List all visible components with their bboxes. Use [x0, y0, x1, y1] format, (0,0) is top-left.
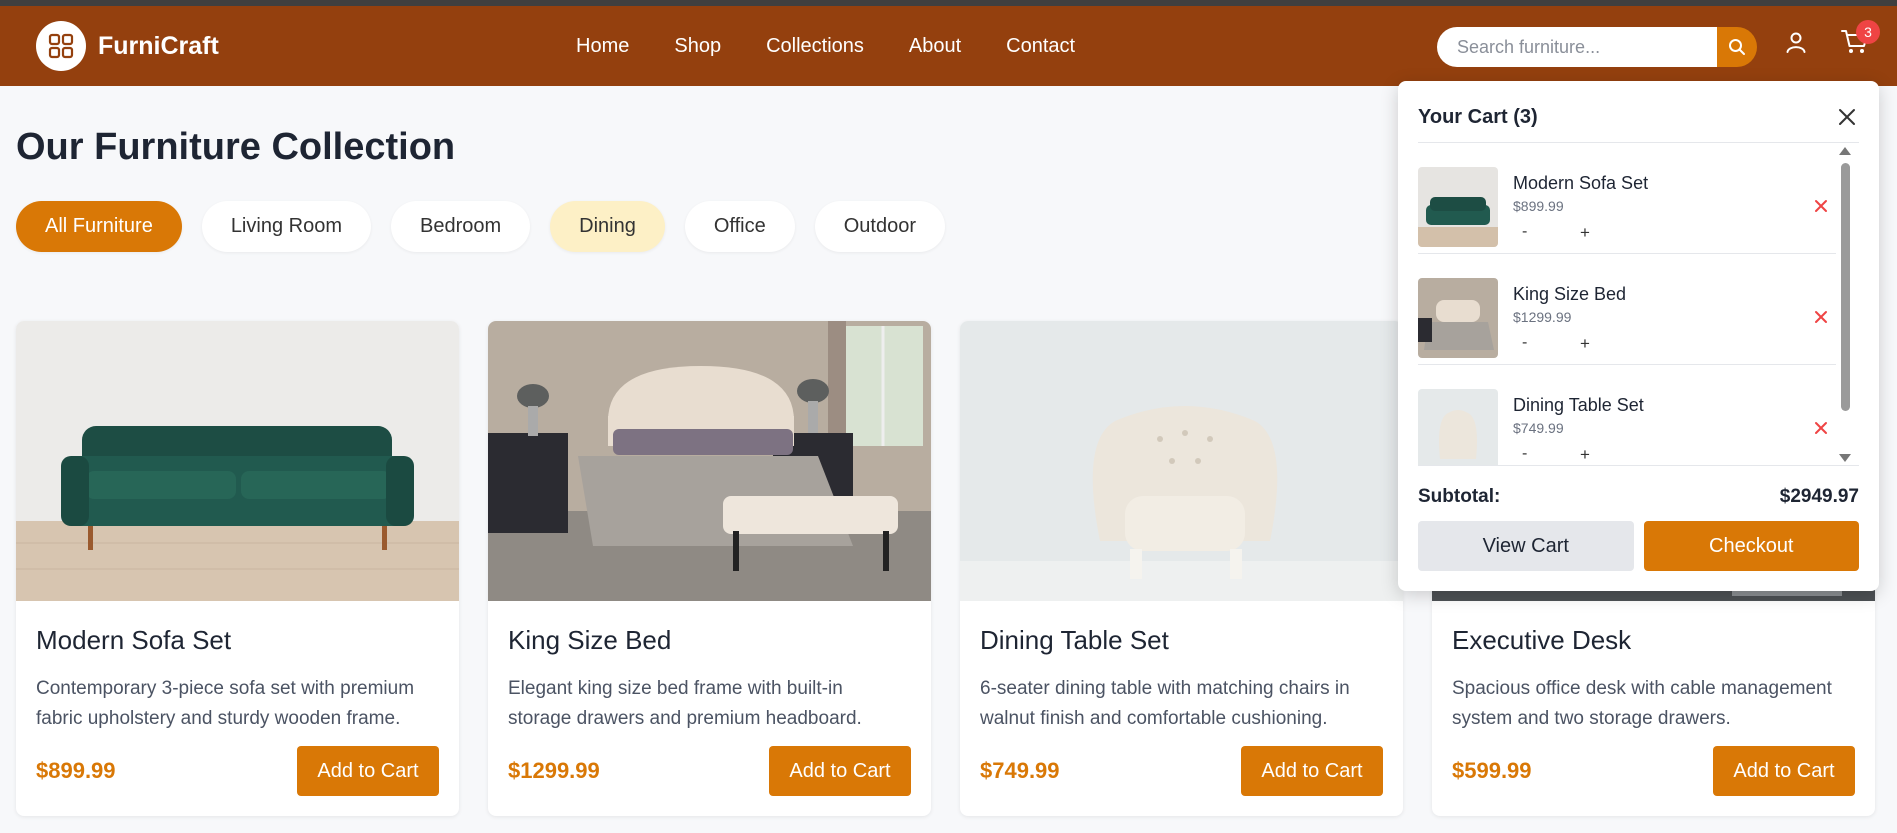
close-icon [1839, 109, 1855, 125]
product-card: Dining Table Set 6-seater dining table w… [960, 321, 1403, 816]
add-to-cart-button[interactable]: Add to Cart [1241, 746, 1383, 796]
search-bar [1437, 27, 1757, 67]
user-icon [1786, 32, 1806, 53]
remove-item-button[interactable] [1812, 419, 1830, 437]
product-image-sofa[interactable] [16, 321, 459, 601]
product-price: $599.99 [1452, 758, 1532, 783]
cart-subtotal: Subtotal: $2949.97 [1418, 486, 1859, 508]
search-input[interactable] [1437, 27, 1717, 67]
product-image-dining[interactable] [960, 321, 1403, 601]
decrease-quantity-button[interactable]: - [1522, 445, 1527, 463]
cart-item-list[interactable]: Modern Sofa Set $899.99 - + King Size Be… [1418, 143, 1836, 465]
subtotal-value: $2949.97 [1779, 486, 1859, 507]
nav-link-home[interactable]: Home [576, 35, 629, 58]
view-cart-button[interactable]: View Cart [1418, 521, 1634, 571]
product-title: Executive Desk [1452, 625, 1632, 655]
remove-icon [1815, 311, 1827, 323]
cart-item: Modern Sofa Set $899.99 - + [1418, 143, 1836, 254]
add-to-cart-button[interactable]: Add to Cart [297, 746, 439, 796]
cart-item-thumbnail [1418, 278, 1498, 358]
product-description: 6-seater dining table with matching chai… [980, 678, 1350, 729]
cart-scrollbar[interactable] [1838, 147, 1852, 462]
cart-title: Your Cart (3) [1418, 105, 1538, 128]
filter-dining[interactable]: Dining [550, 201, 665, 252]
product-price: $749.99 [980, 758, 1060, 783]
product-title: King Size Bed [508, 625, 672, 655]
remove-item-button[interactable] [1812, 197, 1830, 215]
subtotal-label: Subtotal: [1418, 486, 1501, 507]
product-price: $1299.99 [508, 758, 600, 783]
search-button[interactable] [1717, 27, 1757, 67]
cart-item-name: Modern Sofa Set [1513, 173, 1649, 193]
navbar: FurniCraft Home Shop Collections About C… [0, 6, 1897, 86]
product-description: Contemporary 3-piece sofa set with premi… [36, 678, 415, 729]
checkout-button[interactable]: Checkout [1643, 521, 1859, 571]
filter-all-furniture[interactable]: All Furniture [16, 201, 182, 252]
product-title: Dining Table Set [980, 625, 1169, 655]
cart-count-badge: 3 [1856, 20, 1880, 44]
scroll-up-arrow-icon[interactable] [1839, 147, 1851, 155]
filter-outdoor[interactable]: Outdoor [814, 201, 945, 252]
add-to-cart-button[interactable]: Add to Cart [769, 746, 911, 796]
nav-link-collections[interactable]: Collections [766, 35, 864, 58]
main-nav: Home Shop Collections About Contact [576, 6, 1075, 86]
product-description: Spacious office desk with cable manageme… [1452, 678, 1832, 729]
cart-item-price: $749.99 [1513, 420, 1564, 436]
grid-logo-icon [36, 21, 86, 71]
remove-item-button[interactable] [1812, 308, 1830, 326]
account-button[interactable] [1782, 28, 1810, 56]
cart-item-thumbnail [1418, 167, 1498, 247]
product-card: King Size Bed Elegant king size bed fram… [488, 321, 931, 816]
filter-living-room[interactable]: Living Room [201, 201, 371, 252]
close-cart-button[interactable] [1835, 105, 1859, 129]
cart-divider [1418, 465, 1859, 466]
increase-quantity-button[interactable]: + [1580, 223, 1590, 243]
page-title: Our Furniture Collection [16, 126, 456, 168]
cart-actions: View Cart Checkout [1418, 521, 1859, 571]
cart-item-name: Dining Table Set [1513, 395, 1644, 415]
brand-name: FurniCraft [98, 31, 219, 60]
product-price: $899.99 [36, 758, 116, 783]
brand[interactable]: FurniCraft [36, 21, 219, 71]
product-card: Modern Sofa Set Contemporary 3-piece sof… [16, 321, 459, 816]
cart-item-thumbnail [1418, 389, 1498, 465]
remove-icon [1815, 200, 1827, 212]
decrease-quantity-button[interactable]: - [1522, 223, 1527, 241]
increase-quantity-button[interactable]: + [1580, 445, 1590, 465]
nav-link-about[interactable]: About [909, 35, 961, 58]
nav-link-contact[interactable]: Contact [1006, 35, 1075, 58]
product-title: Modern Sofa Set [36, 625, 232, 655]
product-image-bed[interactable] [488, 321, 931, 601]
cart-item: King Size Bed $1299.99 - + [1418, 254, 1836, 365]
cart-item-name: King Size Bed [1513, 284, 1627, 304]
cart-dropdown: Your Cart (3) Modern Sofa Set $899.99 - [1398, 81, 1879, 591]
decrease-quantity-button[interactable]: - [1522, 334, 1527, 352]
nav-link-shop[interactable]: Shop [674, 35, 721, 58]
cart-item-price: $1299.99 [1513, 309, 1572, 325]
add-to-cart-button[interactable]: Add to Cart [1713, 746, 1855, 796]
filter-office[interactable]: Office [684, 201, 795, 252]
cart-item-price: $899.99 [1513, 198, 1564, 214]
increase-quantity-button[interactable]: + [1580, 334, 1590, 354]
cart-item: Dining Table Set $749.99 - + [1418, 365, 1836, 465]
remove-icon [1815, 422, 1827, 434]
filter-bedroom[interactable]: Bedroom [390, 201, 531, 252]
scrollbar-thumb[interactable] [1841, 163, 1850, 411]
product-description: Elegant king size bed frame with built-i… [508, 678, 862, 729]
scroll-down-arrow-icon[interactable] [1839, 454, 1851, 462]
category-filters: All Furniture Living Room Bedroom Dining… [16, 201, 945, 252]
search-icon [1729, 39, 1745, 55]
